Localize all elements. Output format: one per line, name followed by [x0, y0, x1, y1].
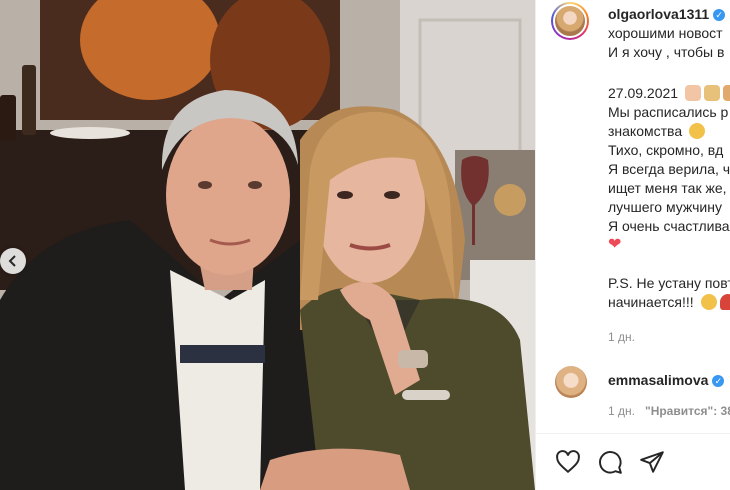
divider	[536, 433, 730, 434]
comment-row: emmasalimova ✓	[608, 372, 725, 388]
share-icon	[640, 451, 664, 473]
post-sidebar: olgaorlova1311✓ Я хорошими новост И я хо…	[535, 0, 730, 490]
comment-icon	[599, 451, 622, 474]
rings-emoji-icon	[722, 85, 730, 101]
heart-icon	[556, 450, 580, 474]
commenter-username[interactable]: emmasalimova	[608, 372, 708, 388]
caption-line-6: знакомства	[608, 122, 705, 141]
previous-photo-button[interactable]	[0, 248, 26, 274]
comment-meta: 1 дн. "Нравится": 38	[608, 404, 730, 418]
chevron-left-icon	[8, 255, 16, 267]
share-button[interactable]	[639, 449, 665, 475]
post-actions	[555, 449, 665, 475]
caption-line-7: Тихо, скромно, вд	[608, 142, 724, 158]
smiling-emoji-icon	[689, 123, 705, 139]
comment-button[interactable]	[597, 449, 623, 475]
caption-line-14: начинается!!!	[608, 293, 730, 312]
post-time[interactable]: 1 дн.	[608, 330, 635, 344]
caption-line-10: лучшего мужчину	[608, 199, 722, 215]
couple-emoji-icon	[703, 85, 720, 101]
caption-line-8: Я всегда верила, ч	[608, 161, 730, 177]
author-avatar[interactable]	[551, 2, 589, 40]
caption-line-ps: P.S. Не устану повт	[608, 275, 730, 291]
caption-line-1: olgaorlova1311✓ Я	[608, 5, 730, 24]
like-button[interactable]	[555, 449, 581, 475]
verified-badge-icon: ✓	[712, 375, 725, 387]
author-username[interactable]: olgaorlova1311	[608, 6, 709, 22]
comment-time[interactable]: 1 дн.	[608, 404, 635, 418]
photo-illustration	[0, 0, 535, 490]
rose-emoji-icon	[719, 294, 730, 310]
caption-line-2: хорошими новост	[608, 25, 723, 41]
caption-line-3: И я хочу , чтобы в	[608, 44, 725, 60]
caption-line-5: Мы расписались р	[608, 104, 729, 120]
post-photo[interactable]	[0, 0, 535, 490]
verified-badge-icon: ✓	[713, 9, 726, 21]
red-heart-emoji-icon: ❤	[608, 236, 622, 253]
smile-emoji-icon	[700, 294, 717, 310]
caption-line-date: 27.09.2021	[608, 84, 730, 103]
comment-likes[interactable]: "Нравится": 38	[645, 404, 730, 418]
caption-line-11: Я очень счастлива	[608, 218, 730, 234]
church-emoji-icon	[684, 85, 701, 101]
caption-line-9: ищет меня так же,	[608, 180, 727, 196]
commenter-avatar[interactable]	[555, 366, 587, 398]
